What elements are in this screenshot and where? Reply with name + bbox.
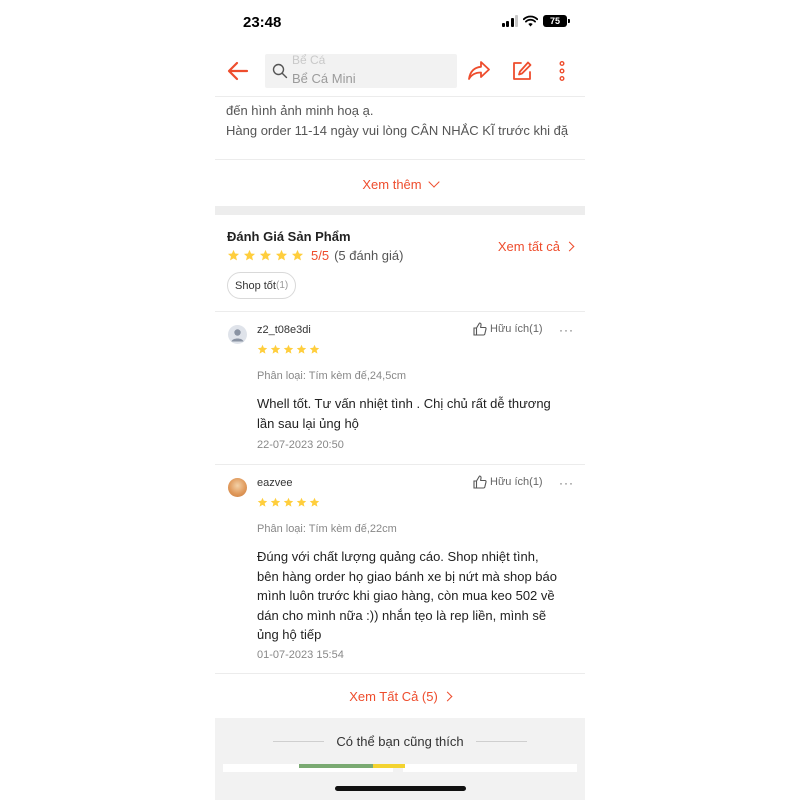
wifi-icon xyxy=(523,15,538,27)
review-date: 22-07-2023 20:50 xyxy=(257,439,344,451)
review-more-options-icon[interactable]: ··· xyxy=(559,323,574,337)
review-stars xyxy=(257,497,320,508)
review-text-line: Whell tốt. Tư vấn nhiệt tình . Chị chủ r… xyxy=(257,396,551,411)
star-icon xyxy=(283,497,294,507)
recommendations-title-text: Có thể bạn cũng thích xyxy=(324,734,476,749)
star-icon xyxy=(257,497,268,507)
search-input[interactable]: Bể Cá Bể Cá Mini xyxy=(265,54,457,88)
product-card[interactable] xyxy=(403,764,577,772)
status-bar: 23:48 75 xyxy=(215,0,585,44)
helpful-label: Hữu ích(1) xyxy=(490,323,543,335)
star-icon xyxy=(309,497,320,507)
status-time: 23:48 xyxy=(243,14,282,31)
review-username: z2_t08e3di xyxy=(257,324,311,336)
star-icon xyxy=(257,344,268,354)
review-text-line: lần sau lại ủng hộ xyxy=(257,415,359,431)
star-icon xyxy=(275,249,288,261)
review-item: z2_t08e3di Hữu ích(1) ··· Phân loại: Tím… xyxy=(215,311,585,464)
search-icon xyxy=(272,63,288,79)
helpful-label: Hữu ích(1) xyxy=(490,476,543,488)
review-date: 01-07-2023 15:54 xyxy=(257,649,344,661)
star-icon xyxy=(270,344,281,354)
review-variant: Phân loại: Tím kèm đế,22cm xyxy=(257,523,397,535)
back-arrow-icon[interactable] xyxy=(225,58,251,84)
chip-count: (1) xyxy=(275,280,289,291)
review-text-line: bên hàng order họ giao bánh xe bị nứt mà… xyxy=(257,568,557,584)
thumbs-up-icon xyxy=(473,322,487,336)
battery-icon: 75 xyxy=(543,15,570,27)
helpful-button[interactable]: Hữu ích(1) xyxy=(473,475,543,489)
more-vertical-icon[interactable] xyxy=(555,60,569,82)
edit-icon[interactable] xyxy=(511,60,533,82)
review-more-options-icon[interactable]: ··· xyxy=(559,476,574,490)
review-text-line: mình luôn trước khi giao hàng, còn mua k… xyxy=(257,588,555,603)
star-icon xyxy=(283,344,294,354)
review-text: Whell tốt. Tư vấn nhiệt tình . Chị chủ r… xyxy=(257,394,575,433)
description-line: Hàng order 11-14 ngày vui lòng CÂN NHẮC … xyxy=(226,123,569,138)
rating-stars xyxy=(227,249,304,262)
phone-screen: 23:48 75 Bể Cá Bể Cá Mini đến hình ảnh m… xyxy=(215,0,585,800)
star-icon xyxy=(227,249,240,261)
product-card-strip xyxy=(223,764,577,772)
star-icon xyxy=(309,344,320,354)
product-description: đến hình ảnh minh hoạ ạ. Hàng order 11-1… xyxy=(215,96,585,206)
divider xyxy=(215,159,585,160)
product-image-edge xyxy=(373,764,405,768)
star-icon xyxy=(296,497,307,507)
see-all-reviews-button[interactable]: Xem Tất Cả (5) xyxy=(215,673,585,718)
star-icon xyxy=(296,344,307,354)
see-more-button[interactable]: Xem thêm xyxy=(215,176,585,192)
default-avatar-icon xyxy=(231,329,244,342)
ratings-title: Đánh Giá Sản Phẩm xyxy=(227,229,351,244)
chevron-down-icon xyxy=(427,176,440,188)
thumbs-up-icon xyxy=(473,475,487,489)
cellular-signal-icon xyxy=(501,15,518,27)
review-text-line: ủng hộ tiếp xyxy=(257,627,322,642)
see-more-label: Xem thêm xyxy=(362,177,422,192)
star-icon xyxy=(243,249,256,261)
star-icon xyxy=(270,497,281,507)
review-username: eazvee xyxy=(257,477,293,489)
review-variant: Phân loại: Tím kèm đế,24,5cm xyxy=(257,370,406,382)
see-all-label: Xem tất cả xyxy=(497,239,560,254)
review-item: eazvee Hữu ích(1) ··· Phân loại: Tím kèm… xyxy=(215,464,585,673)
recommendations-title: Có thể bạn cũng thích xyxy=(215,734,585,749)
chevron-right-icon xyxy=(564,241,575,252)
see-all-ratings-link[interactable]: Xem tất cả xyxy=(497,239,575,254)
review-text-line: dán cho mình nữa :)) nhắn tẹo là rep liề… xyxy=(257,607,547,623)
section-separator xyxy=(215,206,585,215)
rating-count: (5 đánh giá) xyxy=(334,248,404,263)
share-icon[interactable] xyxy=(467,60,491,82)
top-nav: Bể Cá Bể Cá Mini xyxy=(215,48,585,96)
status-icons: 75 xyxy=(501,15,570,27)
rating-filter-chip[interactable]: Shop tốt (1) xyxy=(227,272,297,299)
avatar xyxy=(228,478,247,497)
search-keyword: Bể Cá Mini xyxy=(292,71,356,86)
product-ratings-header: Đánh Giá Sản Phẩm 5/5 (5 đánh giá) Xem t… xyxy=(215,215,585,311)
helpful-button[interactable]: Hữu ích(1) xyxy=(473,322,543,336)
home-indicator xyxy=(335,786,466,791)
rating-score: 5/5 xyxy=(311,248,330,263)
see-all-reviews-label: Xem Tất Cả (5) xyxy=(349,688,438,704)
rating-summary: 5/5 (5 đánh giá) xyxy=(227,248,403,263)
review-stars xyxy=(257,344,320,355)
search-previous-keyword: Bể Cá xyxy=(292,54,326,67)
avatar xyxy=(228,325,247,344)
star-icon xyxy=(259,249,272,261)
review-text: Đúng với chất lượng quảng cáo. Shop nhiệ… xyxy=(257,547,575,645)
chevron-right-icon xyxy=(442,691,453,701)
star-icon xyxy=(291,249,304,261)
product-image-edge xyxy=(299,764,373,768)
chip-label: Shop tốt xyxy=(235,279,276,292)
review-text-line: Đúng với chất lượng quảng cáo. Shop nhiệ… xyxy=(257,549,539,564)
description-line: đến hình ảnh minh hoạ ạ. xyxy=(226,103,374,118)
